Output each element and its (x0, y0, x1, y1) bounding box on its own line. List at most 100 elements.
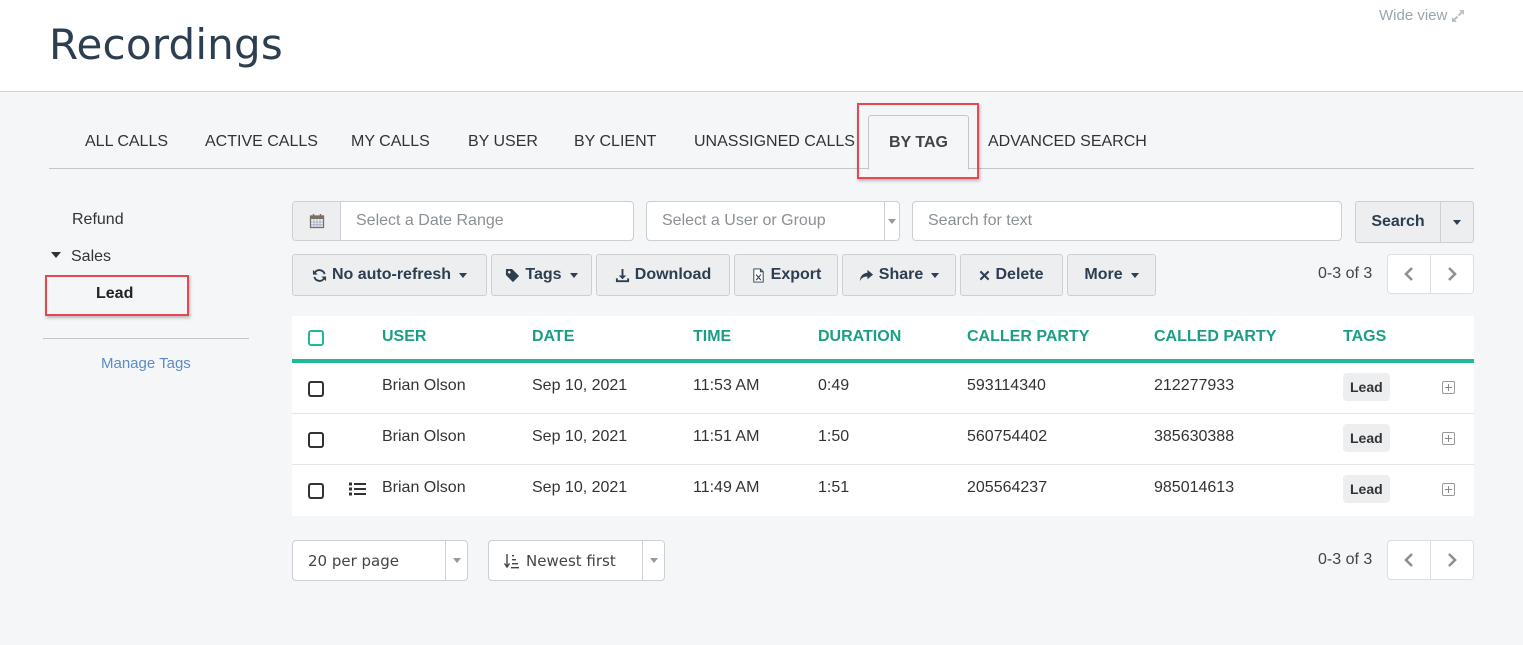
tab-my-calls[interactable]: MY CALLS (351, 115, 430, 169)
auto-refresh-label: No auto-refresh (331, 266, 452, 283)
tag-badge[interactable]: Lead (1343, 373, 1390, 401)
search-split-button: Search (1355, 201, 1474, 243)
tab-unassigned-calls[interactable]: UNASSIGNED CALLS (694, 115, 855, 169)
sidebar-divider (43, 338, 249, 339)
next-page-button[interactable] (1430, 255, 1473, 293)
column-date[interactable]: DATE (532, 328, 574, 346)
prev-page-button[interactable] (1388, 255, 1430, 293)
expand-icon (1452, 9, 1465, 22)
column-time[interactable]: TIME (693, 328, 731, 346)
recordings-table: USER DATE TIME DURATION CALLER PARTY CAL… (292, 316, 1474, 516)
cell-called-party: 212277933 (1154, 377, 1235, 394)
row-checkbox[interactable] (308, 381, 324, 397)
delete-button[interactable]: Delete (960, 254, 1063, 296)
date-range-picker[interactable] (292, 201, 634, 241)
column-caller-party[interactable]: CALLER PARTY (967, 328, 1089, 346)
tab-by-user[interactable]: BY USER (468, 115, 538, 169)
delete-label: Delete (995, 266, 1044, 283)
chevron-down-icon (642, 541, 664, 580)
export-label: Export (770, 266, 822, 283)
cell-user: Brian Olson (382, 377, 466, 394)
page-title: Recordings (49, 20, 283, 69)
user-group-input[interactable] (647, 202, 884, 240)
manage-tags-link[interactable]: Manage Tags (101, 355, 191, 372)
user-group-select[interactable] (646, 201, 900, 241)
table-row[interactable]: Brian Olson Sep 10, 2021 11:53 AM 0:49 5… (292, 363, 1474, 414)
calendar-icon[interactable] (293, 202, 341, 240)
tag-icon (506, 268, 520, 282)
select-all-checkbox[interactable] (308, 330, 324, 346)
cell-time: 11:53 AM (693, 377, 760, 394)
wide-view-toggle[interactable]: Wide view (1379, 7, 1465, 24)
tag-lead[interactable]: Lead (96, 285, 133, 303)
pagination-range-top: 0-3 of 3 (1318, 265, 1373, 282)
close-icon (980, 270, 990, 280)
sort-order-select[interactable]: Newest first (488, 540, 665, 581)
tags-dropdown[interactable]: Tags (491, 254, 592, 296)
excel-file-icon (753, 267, 764, 283)
cell-caller-party: 560754402 (967, 428, 1048, 445)
search-options-dropdown[interactable] (1441, 202, 1473, 242)
search-button[interactable]: Search (1356, 202, 1441, 242)
chevron-down-icon[interactable] (884, 202, 899, 240)
tag-badge[interactable]: Lead (1343, 424, 1390, 452)
tab-by-tag[interactable]: BY TAG (868, 115, 969, 170)
per-page-select[interactable]: 20 per page (292, 540, 468, 581)
table-row[interactable]: Brian Olson Sep 10, 2021 11:49 AM 1:51 2… (292, 465, 1474, 516)
tab-all-calls[interactable]: ALL CALLS (85, 115, 168, 169)
download-button[interactable]: Download (596, 254, 730, 296)
date-range-input[interactable] (341, 202, 633, 240)
share-dropdown[interactable]: Share (842, 254, 956, 296)
chevron-left-icon (1404, 267, 1413, 281)
search-text-field[interactable] (912, 201, 1342, 241)
expand-row-icon[interactable] (1442, 432, 1455, 445)
cell-duration: 0:49 (818, 377, 850, 394)
cell-date: Sep 10, 2021 (532, 428, 628, 445)
refresh-icon (312, 268, 326, 282)
more-dropdown[interactable]: More (1067, 254, 1156, 296)
tag-refund[interactable]: Refund (72, 211, 124, 229)
auto-refresh-dropdown[interactable]: No auto-refresh (292, 254, 487, 296)
cell-date: Sep 10, 2021 (532, 479, 628, 496)
expand-row-icon[interactable] (1442, 483, 1455, 496)
column-duration[interactable]: DURATION (818, 328, 901, 346)
caret-down-icon[interactable] (51, 251, 61, 258)
tags-label: Tags (525, 266, 562, 283)
cell-called-party: 985014613 (1154, 479, 1235, 496)
wide-view-label: Wide view (1379, 7, 1448, 24)
pagination-bottom (1387, 540, 1474, 580)
tab-by-client[interactable]: BY CLIENT (574, 115, 656, 169)
prev-page-button[interactable] (1388, 541, 1430, 579)
sort-icon (504, 553, 519, 568)
chevron-down-icon (445, 541, 467, 580)
expand-row-icon[interactable] (1442, 381, 1455, 394)
tag-sales[interactable]: Sales (51, 248, 111, 266)
cell-user: Brian Olson (382, 428, 466, 445)
column-user[interactable]: USER (382, 328, 426, 346)
cell-user: Brian Olson (382, 479, 466, 496)
cell-time: 11:51 AM (693, 428, 760, 445)
cell-date: Sep 10, 2021 (532, 377, 628, 394)
sort-order-value: Newest first (526, 551, 616, 570)
next-page-button[interactable] (1430, 541, 1473, 579)
search-text-input[interactable] (913, 202, 1341, 240)
chevron-right-icon (1448, 267, 1457, 281)
cell-caller-party: 205564237 (967, 479, 1048, 496)
pagination-range-bottom: 0-3 of 3 (1318, 551, 1373, 568)
table-row[interactable]: Brian Olson Sep 10, 2021 11:51 AM 1:50 5… (292, 414, 1474, 465)
download-label: Download (634, 266, 712, 283)
row-checkbox[interactable] (308, 483, 324, 499)
column-called-party[interactable]: CALLED PARTY (1154, 328, 1276, 346)
tag-sales-label: Sales (71, 248, 112, 265)
column-tags[interactable]: TAGS (1343, 328, 1386, 346)
export-button[interactable]: Export (734, 254, 838, 296)
notes-list-icon[interactable] (349, 482, 366, 496)
tab-advanced-search[interactable]: ADVANCED SEARCH (988, 115, 1147, 169)
tag-badge[interactable]: Lead (1343, 475, 1390, 503)
tab-active-calls[interactable]: ACTIVE CALLS (205, 115, 318, 169)
chevron-left-icon (1404, 553, 1413, 567)
row-checkbox[interactable] (308, 432, 324, 448)
cell-duration: 1:51 (818, 479, 850, 496)
cell-duration: 1:50 (818, 428, 850, 445)
pagination-top (1387, 254, 1474, 294)
